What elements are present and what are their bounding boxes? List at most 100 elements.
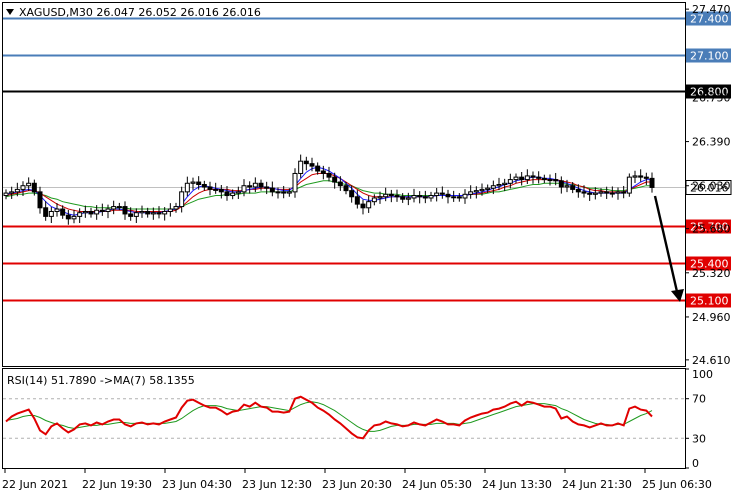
symbol-info-line: XAGUSD,M30 26.047 26.052 26.016 26.016 — [19, 6, 261, 19]
candle-body — [485, 187, 491, 190]
candle-body — [337, 181, 343, 187]
time-tick-label: 22 Jun 2021 — [2, 478, 68, 491]
candle-body — [349, 190, 355, 198]
time-tick-label: 24 Jun 05:30 — [402, 478, 472, 491]
candle-body — [48, 210, 54, 217]
candle-body — [105, 208, 111, 212]
price-tick-label: 26.390 — [692, 136, 731, 149]
price-tick-label: 25.320 — [692, 267, 731, 280]
candle-body — [513, 176, 519, 181]
time-tick-label: 23 Jun 12:30 — [242, 478, 312, 491]
candle-body — [405, 197, 411, 200]
candle-body — [400, 196, 406, 200]
level-price-label: 27.100 — [690, 50, 729, 63]
candle-body — [145, 210, 151, 215]
candle-body — [632, 175, 638, 178]
time-tick-label: 23 Jun 20:30 — [322, 478, 392, 491]
candle-body — [643, 176, 649, 179]
candle-body — [43, 207, 49, 217]
candle-body — [179, 191, 185, 208]
time-tick-label: 24 Jun 21:30 — [562, 478, 632, 491]
candle-body — [258, 182, 264, 188]
candle-body — [649, 177, 655, 188]
candle-body — [99, 209, 105, 212]
candle-body — [326, 172, 332, 178]
candle-body — [615, 191, 621, 194]
candle-body — [235, 191, 241, 194]
candle-body — [14, 188, 20, 193]
candle-body — [133, 212, 139, 217]
candle-body — [456, 196, 462, 199]
candle-body — [167, 208, 173, 212]
candle-body — [473, 190, 479, 193]
candle-body — [604, 191, 610, 194]
candle-body — [196, 181, 202, 186]
candle-body — [82, 210, 88, 214]
candle-body — [354, 196, 360, 205]
candle-body — [394, 195, 400, 198]
candle-body — [71, 215, 77, 220]
candle-body — [315, 165, 321, 172]
time-axis: 22 Jun 2021 22 Jun 19:30 23 Jun 04:30 23 Ju… — [2, 468, 712, 491]
candle-body — [31, 182, 37, 193]
candle-body — [207, 186, 213, 190]
candle-body — [230, 192, 236, 197]
candle-body — [54, 208, 60, 212]
candle-body — [162, 210, 168, 215]
candle-body — [530, 175, 536, 178]
time-tick-label: 23 Jun 04:30 — [162, 478, 232, 491]
candle-body — [320, 170, 326, 174]
candle-body — [417, 195, 423, 198]
candle-body — [575, 188, 581, 193]
candle-body — [502, 182, 508, 186]
candle-body — [77, 212, 83, 217]
time-tick-label: 22 Jun 19:30 — [82, 478, 152, 491]
candle-body — [479, 188, 485, 192]
candle-body — [275, 191, 281, 194]
candle-body — [9, 191, 15, 194]
candle-body — [332, 176, 338, 183]
candle-body — [383, 193, 389, 198]
candle-body — [184, 182, 190, 193]
candle-body — [462, 193, 468, 199]
rsi-tick-label: 0 — [692, 457, 699, 470]
candle-body — [638, 175, 644, 178]
candle-body — [536, 176, 542, 179]
candle-body — [3, 192, 9, 197]
candle-body — [388, 193, 394, 197]
candle-body — [609, 192, 615, 195]
price-tick-label: 25.680 — [692, 223, 731, 236]
candle-body — [264, 186, 270, 189]
candle-body — [116, 206, 122, 209]
candle-body — [343, 185, 349, 192]
candle-body — [553, 179, 559, 182]
rsi-tick-label: 70 — [692, 393, 706, 406]
time-tick-label: 24 Jun 13:30 — [482, 478, 552, 491]
candle-body — [451, 196, 457, 199]
candle-body — [309, 163, 315, 167]
candle-body — [224, 191, 230, 197]
candle-body — [411, 195, 417, 199]
candle-body — [128, 213, 134, 217]
candle-body — [434, 192, 440, 197]
candle-body — [150, 212, 156, 215]
candle-body — [626, 176, 632, 194]
candle-body — [139, 210, 145, 214]
rsi-tick-label: 100 — [692, 368, 713, 381]
candle-body — [65, 214, 71, 220]
candle-body — [20, 185, 26, 190]
candle-body — [156, 212, 162, 215]
rsi-axis: 100 70 30 0 — [685, 368, 713, 470]
candle-body — [439, 192, 445, 195]
candle-body — [88, 210, 94, 215]
candle-body — [241, 185, 247, 193]
price-tick-label: 26.030 — [692, 180, 731, 193]
candle-body — [468, 191, 474, 195]
candle-body — [366, 201, 372, 209]
candle-body — [422, 196, 428, 199]
candle-body — [371, 197, 377, 203]
candle-body — [496, 184, 502, 187]
candle-body — [252, 182, 258, 188]
trading-chart[interactable]: 27.40027.10026.80025.70025.40025.10026.0… — [0, 0, 741, 495]
candle-body — [298, 160, 304, 174]
